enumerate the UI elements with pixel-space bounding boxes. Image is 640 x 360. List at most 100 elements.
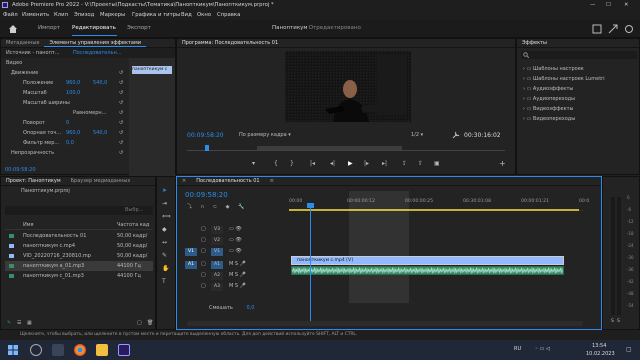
type-icon[interactable]: T xyxy=(162,278,166,285)
reset-icon[interactable]: ↺ xyxy=(119,78,123,88)
clock-date[interactable]: 10.02.2023 xyxy=(586,351,615,357)
fit-dropdown[interactable]: По размеру кадра ▾ xyxy=(239,132,291,138)
visibility-icon[interactable]: ▭ 👁 xyxy=(229,248,242,254)
effect-row-value2[interactable]: 540,0 xyxy=(93,128,107,138)
home-icon[interactable] xyxy=(8,24,18,34)
tab-media-browser[interactable]: Браузер медиаданных xyxy=(66,177,136,185)
track-label[interactable]: V3 xyxy=(211,226,223,234)
solo-button-2[interactable]: S xyxy=(617,319,620,324)
effect-row-value1[interactable]: 960,0 xyxy=(66,78,80,88)
reset-icon[interactable]: ↺ xyxy=(119,138,123,148)
task-view-icon[interactable] xyxy=(52,344,64,356)
playhead-marker[interactable] xyxy=(205,145,209,151)
effect-row-value2[interactable]: Равномерн... xyxy=(73,108,106,118)
video-clip[interactable]: панопткикум c.mp4 [V] xyxy=(291,256,564,265)
play-button[interactable]: ▶ xyxy=(348,160,353,167)
effects-folder[interactable]: › ▭ Видеоэффекты xyxy=(523,104,605,114)
marker-icon[interactable]: ◆ xyxy=(226,204,230,210)
work-area-bar[interactable] xyxy=(289,209,579,211)
close-button[interactable]: ✕ xyxy=(624,0,628,10)
reset-icon[interactable]: ↺ xyxy=(119,98,123,108)
sequence-menu-icon[interactable]: ≡ xyxy=(265,177,279,185)
effect-row[interactable]: Поворот 0 ↺ xyxy=(1,118,175,128)
track-label[interactable]: V2 xyxy=(211,237,223,245)
ripple-edit-icon[interactable]: ⟺ xyxy=(162,213,171,220)
effect-row[interactable]: Равномерн... ↺ xyxy=(1,108,175,118)
lock-icon[interactable]: ▢ xyxy=(201,261,206,267)
expand-icon[interactable] xyxy=(608,24,618,34)
menu-clip[interactable]: Клип xyxy=(54,10,68,20)
tab-metadata[interactable]: Метаданные xyxy=(1,39,44,47)
maximize-button[interactable]: ☐ xyxy=(606,0,611,10)
effects-folder[interactable]: › ▭ Видеопереходы xyxy=(523,114,605,124)
track-label[interactable]: A3 xyxy=(211,283,223,291)
tab-export[interactable]: Экспорт xyxy=(127,25,151,31)
minimize-button[interactable]: — xyxy=(590,0,595,10)
mark-out-button[interactable]: } xyxy=(290,160,294,167)
tab-sequence[interactable]: Последовательность 01 xyxy=(191,177,264,185)
camera-icon[interactable]: ▣ xyxy=(434,160,440,167)
folder-icon[interactable] xyxy=(96,344,108,356)
menu-edit[interactable]: Изменить xyxy=(22,10,49,20)
solo-button[interactable]: S xyxy=(611,319,614,324)
add-button-icon[interactable]: + xyxy=(499,159,506,168)
slip-icon[interactable]: ↔ xyxy=(162,239,167,246)
mix-value[interactable]: 0,0 xyxy=(246,305,254,311)
project-search[interactable]: Выбр... xyxy=(5,206,153,215)
reset-icon[interactable]: ↺ xyxy=(119,108,123,118)
razor-icon[interactable]: ◆ xyxy=(162,226,167,233)
col-name[interactable]: Имя xyxy=(23,222,34,228)
project-item[interactable]: панопткикум c_01.mp3 44100 Гц xyxy=(5,271,153,281)
effect-row-value1[interactable]: 0 xyxy=(66,118,69,128)
step-back-button[interactable]: ◂| xyxy=(330,160,335,167)
icon-view-icon[interactable]: ▦ xyxy=(27,320,32,326)
visibility-icon[interactable]: ▭ 👁 xyxy=(229,237,242,243)
menu-window[interactable]: Окно xyxy=(197,10,211,20)
go-to-in-button[interactable]: |◂ xyxy=(310,160,315,167)
workspaces-icon[interactable] xyxy=(592,24,602,34)
effects-folder[interactable]: › ▭ Шаблоны настроек Lumetri xyxy=(523,74,605,84)
track-label[interactable]: V1 xyxy=(211,248,223,256)
program-timecode[interactable]: 00:09:58:20 xyxy=(187,132,224,139)
playhead-line[interactable] xyxy=(310,203,311,321)
playhead-handle[interactable] xyxy=(307,203,314,208)
tab-edit[interactable]: Редактировать xyxy=(72,25,116,31)
lock-icon[interactable]: ▢ xyxy=(201,272,206,278)
notification-icon[interactable]: ▢ xyxy=(626,346,632,353)
effects-search[interactable] xyxy=(521,51,637,59)
lock-icon[interactable]: ▢ xyxy=(201,226,206,232)
tray-lang[interactable]: RU xyxy=(514,346,521,352)
effect-row[interactable]: Движение ↺ xyxy=(1,68,175,78)
lock-icon[interactable]: ▢ xyxy=(201,237,206,243)
effects-folder[interactable]: › ▭ Аудиоэффекты xyxy=(523,84,605,94)
effect-row[interactable]: Масштаб ширины ↺ xyxy=(1,98,175,108)
hand-icon[interactable]: ✋ xyxy=(162,265,169,272)
effect-row-value1[interactable]: 960,0 xyxy=(66,128,80,138)
effects-title[interactable]: Эффекты xyxy=(517,39,552,47)
resolution-dropdown[interactable]: 1/2 ▾ xyxy=(411,132,423,138)
wrench-icon[interactable] xyxy=(452,131,460,139)
menu-graphics[interactable]: Графика и титры xyxy=(132,10,180,20)
effect-row[interactable]: Фильтр мер... 0,0 ↺ xyxy=(1,138,175,148)
search-taskbar-icon[interactable] xyxy=(30,344,42,356)
mark-in-button[interactable]: { xyxy=(274,160,278,167)
share-icon[interactable] xyxy=(624,24,634,34)
linked-icon[interactable]: ⊂ xyxy=(213,204,217,210)
source-label[interactable]: Источник - панопт... xyxy=(6,50,60,56)
clock-time[interactable]: 13:54 xyxy=(592,343,606,349)
add-marker-button[interactable]: ▾ xyxy=(252,160,255,167)
pen-icon[interactable]: ✎ xyxy=(162,252,167,259)
reset-icon[interactable]: ↺ xyxy=(119,88,123,98)
step-forward-button[interactable]: |▸ xyxy=(364,160,369,167)
go-to-out-button[interactable]: ▸| xyxy=(382,160,387,167)
timeline-scrollbar[interactable] xyxy=(187,321,583,326)
tab-project[interactable]: Проект: Паноптикум xyxy=(1,177,66,185)
program-scrubber[interactable] xyxy=(187,143,505,151)
tab-effect-controls[interactable]: Элементы управления эффектами xyxy=(44,39,146,47)
mute-solo-icons[interactable]: M S 🎤 xyxy=(229,261,246,267)
tab-import[interactable]: Импорт xyxy=(38,25,60,31)
premiere-icon[interactable] xyxy=(118,344,130,356)
settings-icon[interactable]: 🔧 xyxy=(238,204,244,210)
mute-solo-icons[interactable]: M S 🎤 xyxy=(229,283,246,289)
track-select-icon[interactable]: ⇥ xyxy=(162,200,167,207)
